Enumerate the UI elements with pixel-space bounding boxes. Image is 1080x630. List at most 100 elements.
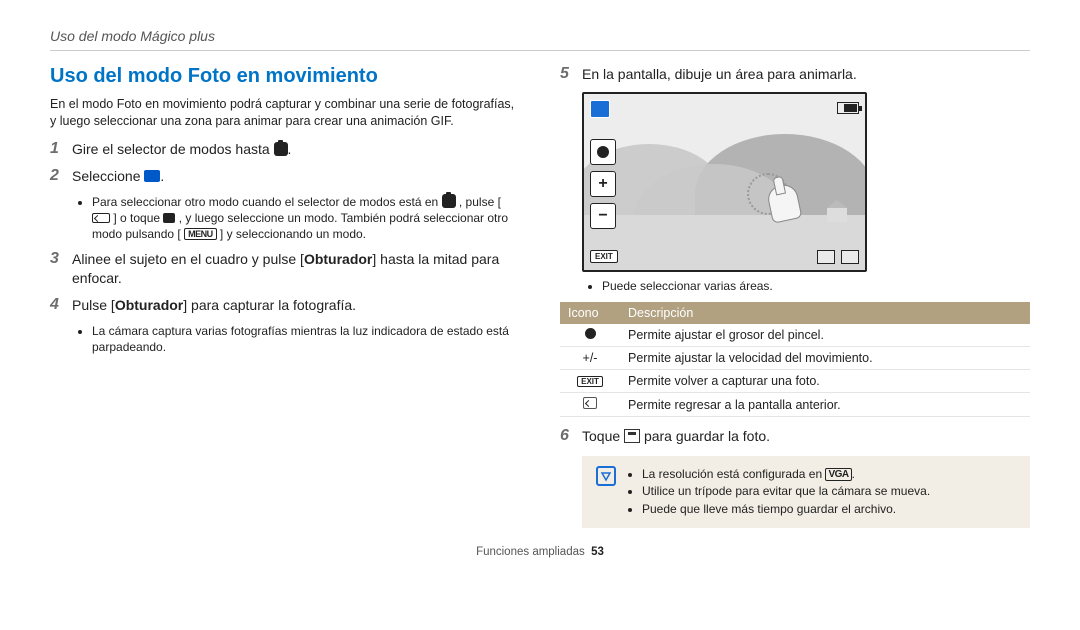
speed-minus-button[interactable]: − <box>590 203 616 229</box>
desc-cell: Permite volver a capturar una foto. <box>620 370 1030 393</box>
step-number: 3 <box>50 250 72 288</box>
text-fragment: ] y seleccionando un modo. <box>220 227 366 241</box>
desc-cell: Permite ajustar el grosor del pincel. <box>620 324 1030 347</box>
page-footer: Funciones ampliadas 53 <box>50 546 1030 558</box>
table-row: EXIT Permite volver a capturar una foto. <box>560 370 1030 393</box>
note-item: Utilice un trípode para evitar que la cá… <box>642 483 930 500</box>
table-header-icon: Icono <box>560 302 620 324</box>
text-fragment: . <box>160 168 164 184</box>
sub-item: La cámara captura varias fotografías mie… <box>92 323 520 355</box>
text-fragment: ] para capturar la fotografía. <box>183 297 356 313</box>
screen-bottombar: EXIT <box>590 250 859 264</box>
note-info-icon <box>596 466 616 486</box>
hand-gesture-illustration <box>745 165 805 225</box>
brush-dot-icon <box>585 328 596 339</box>
mode-dial-icon <box>274 142 288 156</box>
sub-item: Para seleccionar otro modo cuando el sel… <box>92 194 520 243</box>
text-fragment: Para seleccionar otro modo cuando el sel… <box>92 195 442 209</box>
step-6: 6 Toque para guardar la foto. <box>560 427 1030 446</box>
step-2: 2 Seleccione . <box>50 167 520 186</box>
step-5: 5 En la pantalla, dibuje un área para an… <box>560 65 1030 84</box>
icon-cell: EXIT <box>560 370 620 393</box>
step-number: 6 <box>560 427 582 446</box>
icon-description-table: Icono Descripción Permite ajustar el gro… <box>560 302 1030 417</box>
step-text: Pulse [Obturador] para capturar la fotog… <box>72 296 520 315</box>
text-fragment: , pulse [ <box>459 195 501 209</box>
mode-dial-icon <box>442 194 456 208</box>
dot-icon <box>597 146 609 158</box>
screen-topbar <box>590 100 859 118</box>
note-item: La resolución está configurada en VGA. <box>642 466 930 483</box>
note-item: Puede que lleve más tiempo guardar el ar… <box>642 501 930 518</box>
step-5-sublist: Puede seleccionar varias áreas. <box>602 278 1030 294</box>
table-row: Permite ajustar el grosor del pincel. <box>560 324 1030 347</box>
landscape-bg <box>584 94 865 270</box>
shutter-label: Obturador <box>115 297 183 313</box>
left-column: Uso del modo Foto en movimiento En el mo… <box>50 65 520 528</box>
save-screen-button[interactable] <box>841 250 859 264</box>
text-fragment: para guardar la foto. <box>644 428 770 444</box>
back-screen-button[interactable] <box>817 250 835 264</box>
step-number: 4 <box>50 296 72 315</box>
step-4-sublist: La cámara captura varias fotografías mie… <box>92 323 520 355</box>
page-number: 53 <box>591 546 604 558</box>
back-arrow-icon <box>583 397 597 409</box>
text-fragment: Gire el selector de modos hasta <box>72 141 274 157</box>
house-shape <box>827 208 847 222</box>
text-fragment: Toque <box>582 428 624 444</box>
text-fragment: Pulse [ <box>72 297 115 313</box>
icon-cell <box>560 393 620 417</box>
text-fragment: La resolución está configurada en <box>642 467 825 481</box>
icon-cell: +/- <box>560 347 620 370</box>
note-box: La resolución está configurada en VGA. U… <box>582 456 1030 528</box>
battery-icon <box>837 102 859 114</box>
step-text: En la pantalla, dibuje un área para anim… <box>582 65 1030 84</box>
step-text: Gire el selector de modos hasta . <box>72 140 520 159</box>
note-list: La resolución está configurada en VGA. U… <box>642 466 930 518</box>
table-header-desc: Descripción <box>620 302 1030 324</box>
save-icon <box>624 429 640 443</box>
desc-cell: Permite regresar a la pantalla anterior. <box>620 393 1030 417</box>
step-text: Seleccione . <box>72 167 520 186</box>
step-4: 4 Pulse [Obturador] para capturar la fot… <box>50 296 520 315</box>
manual-page: Uso del modo Mágico plus Uso del modo Fo… <box>0 0 1080 568</box>
desc-cell: Permite ajustar la velocidad del movimie… <box>620 347 1030 370</box>
motion-photo-icon <box>144 170 160 182</box>
bottom-right-controls <box>811 250 859 264</box>
content-columns: Uso del modo Foto en movimiento En el mo… <box>50 65 1030 528</box>
text-fragment: Alinee el sujeto en el cuadro y pulse [ <box>72 251 304 267</box>
exit-icon: EXIT <box>577 376 603 387</box>
camera-screen-illustration: + − EXIT <box>582 92 867 272</box>
table-row: +/- Permite ajustar la velocidad del mov… <box>560 347 1030 370</box>
home-icon <box>163 213 175 223</box>
screen-side-controls: + − <box>590 139 616 229</box>
right-column: 5 En la pantalla, dibuje un área para an… <box>560 65 1030 528</box>
page-header: Uso del modo Mágico plus <box>50 28 1030 51</box>
step-2-sublist: Para seleccionar otro modo cuando el sel… <box>92 194 520 243</box>
step-number: 2 <box>50 167 72 186</box>
intro-text: En el modo Foto en movimiento podrá capt… <box>50 96 520 130</box>
step-1: 1 Gire el selector de modos hasta . <box>50 140 520 159</box>
step-text: Alinee el sujeto en el cuadro y pulse [O… <box>72 250 520 288</box>
footer-section: Funciones ampliadas <box>476 546 585 558</box>
step-number: 1 <box>50 140 72 159</box>
brush-size-button[interactable] <box>590 139 616 165</box>
table-row: Permite regresar a la pantalla anterior. <box>560 393 1030 417</box>
sub-item: Puede seleccionar varias áreas. <box>602 278 1030 294</box>
menu-button-label: MENU <box>184 228 217 240</box>
exit-button[interactable]: EXIT <box>590 250 618 263</box>
section-title: Uso del modo Foto en movimiento <box>50 65 520 88</box>
mode-indicator-icon <box>590 100 610 118</box>
return-button-icon <box>92 213 110 223</box>
vga-label: VGA <box>825 468 851 481</box>
step-3: 3 Alinee el sujeto en el cuadro y pulse … <box>50 250 520 288</box>
text-fragment: . <box>288 141 292 157</box>
shutter-label: Obturador <box>304 251 372 267</box>
speed-plus-button[interactable]: + <box>590 171 616 197</box>
step-text: Toque para guardar la foto. <box>582 427 1030 446</box>
step-number: 5 <box>560 65 582 84</box>
icon-cell <box>560 324 620 347</box>
text-fragment: Seleccione <box>72 168 144 184</box>
text-fragment: ] o toque <box>113 211 163 225</box>
text-fragment: . <box>852 467 855 481</box>
